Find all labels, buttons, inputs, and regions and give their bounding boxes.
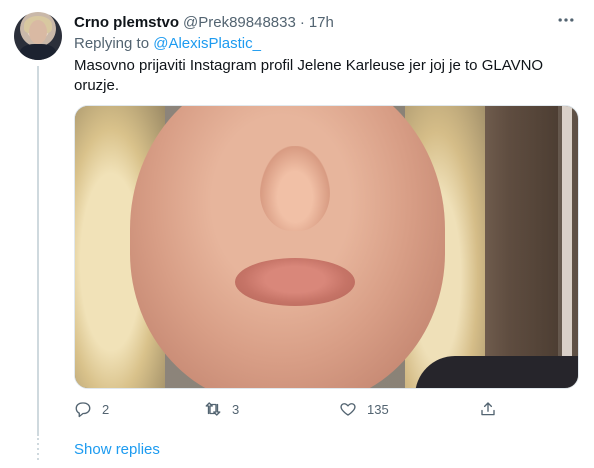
retweet-count: 3 xyxy=(232,401,240,417)
tweet-actions: 2 3 135 xyxy=(74,400,504,422)
reply-icon xyxy=(75,402,91,418)
show-replies-link[interactable]: Show replies xyxy=(74,441,160,458)
timestamp[interactable]: 17h xyxy=(309,14,334,31)
thread-line xyxy=(37,66,39,436)
author-handle[interactable]: @Prek89848833 xyxy=(183,14,296,31)
header-separator: · xyxy=(299,13,305,31)
tweet-header: Crno plemstvo @Prek89848833 · 17h xyxy=(74,12,334,32)
reply-mention-link[interactable]: @AlexisPlastic_ xyxy=(153,35,261,52)
avatar-face xyxy=(29,20,47,44)
tweet-media-photo[interactable] xyxy=(74,105,579,389)
reply-button[interactable]: 2 xyxy=(74,400,109,418)
avatar-body xyxy=(20,44,56,60)
photo-nose xyxy=(260,146,330,231)
more-horizontal-icon[interactable] xyxy=(556,10,576,35)
share-icon xyxy=(481,402,495,416)
tweet-text: Masovno prijaviti Instagram profil Jelen… xyxy=(74,57,544,94)
share-button[interactable] xyxy=(479,400,497,418)
photo-lips xyxy=(235,258,355,306)
replying-to-label: Replying to xyxy=(74,35,150,52)
like-count: 135 xyxy=(367,401,389,417)
photo-background-frame xyxy=(562,106,572,388)
photo-shirt xyxy=(415,356,578,388)
retweet-icon xyxy=(205,402,221,416)
thread-dotted-connector xyxy=(37,438,39,460)
heart-icon xyxy=(340,403,356,416)
replying-to: Replying to @AlexisPlastic_ xyxy=(74,35,261,52)
author-name[interactable]: Crno plemstvo xyxy=(74,14,179,31)
more-horizontal-icon-svg xyxy=(558,18,574,22)
avatar[interactable] xyxy=(14,12,62,60)
reply-count: 2 xyxy=(102,401,110,417)
retweet-button[interactable]: 3 xyxy=(204,400,239,418)
like-button[interactable]: 135 xyxy=(339,400,389,418)
